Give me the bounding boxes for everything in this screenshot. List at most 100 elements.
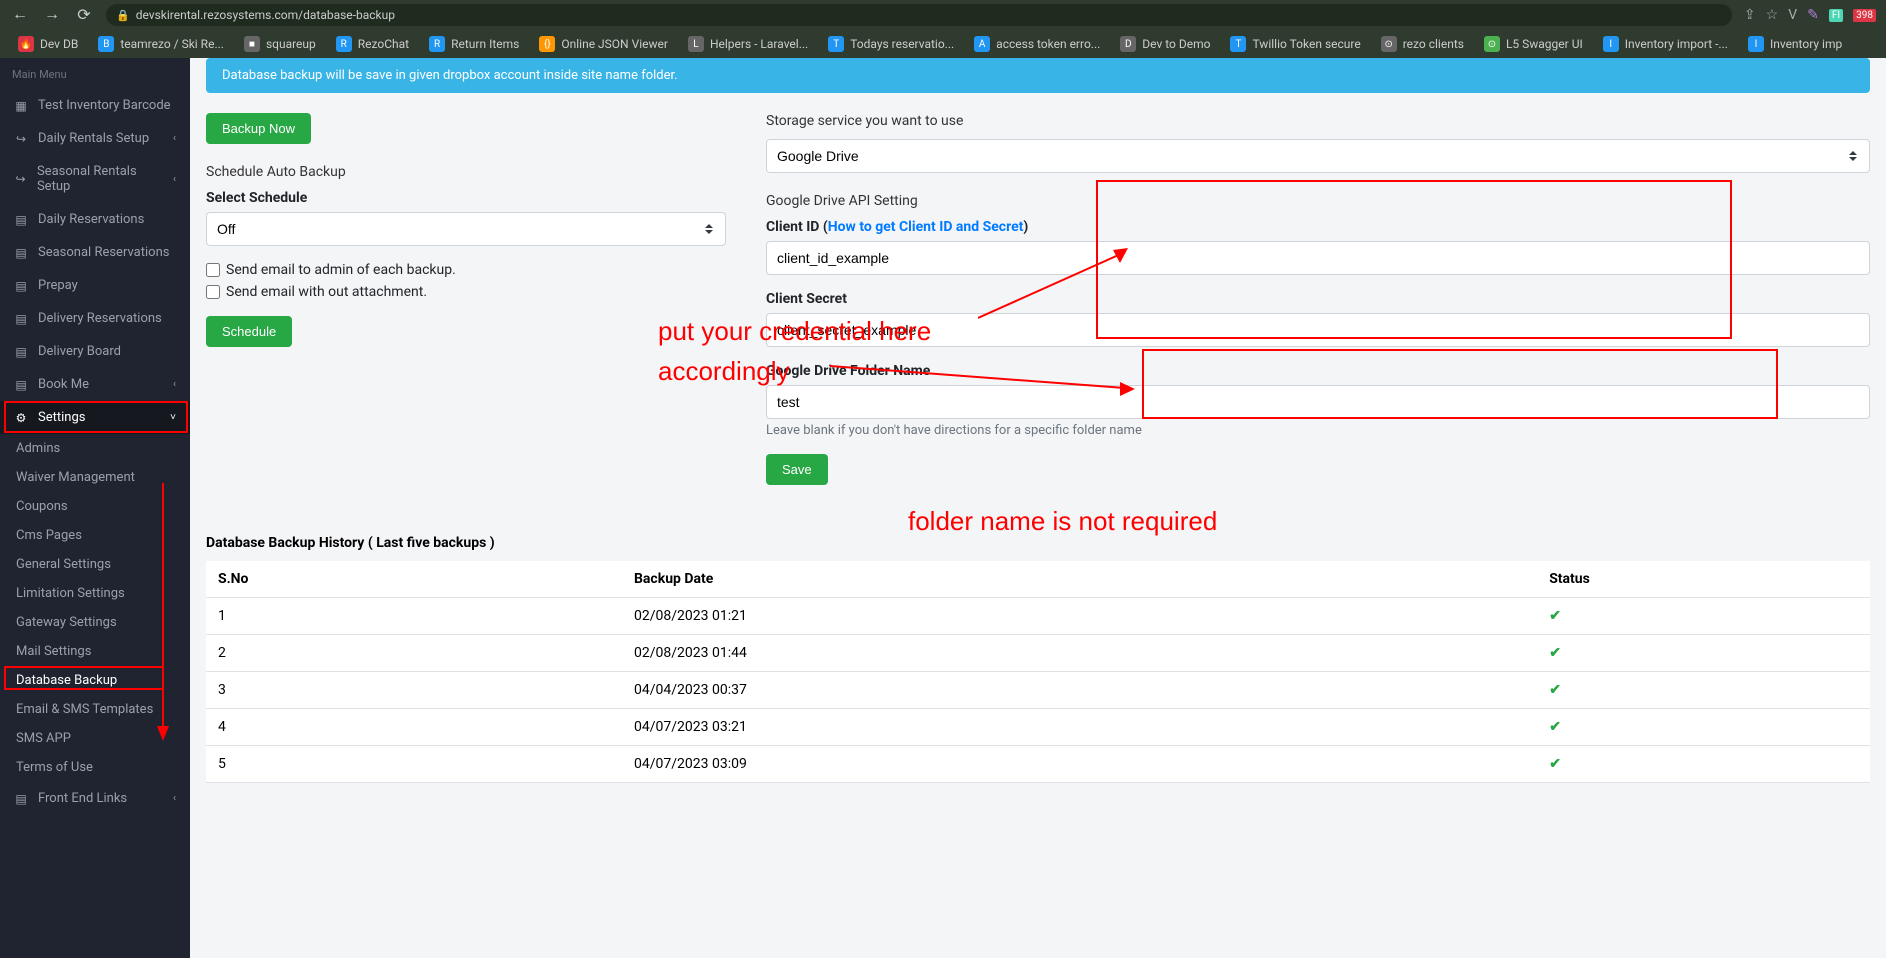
th-sno: S.No [206, 561, 622, 598]
schedule-select[interactable]: Off [206, 212, 726, 246]
bookmark-item[interactable]: RReturn Items [421, 34, 527, 54]
sidebar-item-book-me[interactable]: ▤Book Me‹ [0, 368, 190, 401]
lock-icon: 🔒 [116, 9, 130, 22]
bookmarks-bar: 🔥Dev DB Bteamrezo / Ski Re... ■squareup … [0, 30, 1886, 58]
bookmark-item[interactable]: RRezoChat [328, 34, 417, 54]
sidebar-sub-limitation[interactable]: Limitation Settings [0, 579, 190, 608]
star-icon[interactable]: ☆ [1766, 7, 1779, 23]
chrome-right-icons: ⇪ ☆ V ✎ FI 398 [1744, 7, 1876, 23]
bookmark-item[interactable]: Aaccess token erro... [966, 34, 1108, 54]
check-icon: ✔ [1549, 756, 1561, 772]
table-row: 404/07/2023 03:21✔ [206, 709, 1870, 746]
annotation-text-folder: folder name is not required [908, 506, 1217, 537]
save-button[interactable]: Save [766, 454, 828, 485]
folder-name-label: Google Drive Folder Name [766, 363, 1870, 379]
schedule-button[interactable]: Schedule [206, 316, 292, 347]
sidebar-item-delivery-reservations[interactable]: ▤Delivery Reservations [0, 302, 190, 335]
check-icon: ✔ [1549, 608, 1561, 624]
history-title: Database Backup History ( Last five back… [206, 535, 1870, 551]
client-id-help-link[interactable]: How to get Client ID and Secret [828, 219, 1024, 235]
sidebar-sub-admins[interactable]: Admins [0, 434, 190, 463]
bookmark-item[interactable]: ■squareup [236, 34, 324, 54]
bookmark-item[interactable]: ⊙rezo clients [1373, 34, 1472, 54]
bookmark-item[interactable]: DDev to Demo [1112, 34, 1218, 54]
sidebar-sub-waiver[interactable]: Waiver Management [0, 463, 190, 492]
book-icon: ▤ [14, 279, 28, 293]
main-content: Database backup will be save in given dr… [190, 58, 1886, 958]
bookmark-item[interactable]: ⊙L5 Swagger UI [1476, 34, 1591, 54]
folder-help-text: Leave blank if you don't have directions… [766, 423, 1870, 438]
schedule-section-title: Schedule Auto Backup [206, 164, 726, 180]
share-icon: ↪ [14, 132, 28, 146]
checkbox-email-admin[interactable]: Send email to admin of each backup. [206, 262, 726, 278]
sidebar-item-daily-rentals[interactable]: ↪Daily Rentals Setup‹ [0, 122, 190, 155]
sidebar-sub-coupons[interactable]: Coupons [0, 492, 190, 521]
book-icon: ▤ [14, 378, 28, 392]
browser-chrome: ← → ⟳ 🔒 devskirental.rezosystems.com/dat… [0, 0, 1886, 30]
forward-button[interactable]: → [42, 6, 62, 24]
bookmark-item[interactable]: IInventory imp [1740, 34, 1850, 54]
table-row: 102/08/2023 01:21✔ [206, 598, 1870, 635]
bookmark-item[interactable]: Bteamrezo / Ski Re... [90, 34, 232, 54]
sidebar-sub-general[interactable]: General Settings [0, 550, 190, 579]
checkbox-input[interactable] [206, 263, 220, 277]
check-icon: ✔ [1549, 645, 1561, 661]
sidebar-sub-gateway[interactable]: Gateway Settings [0, 608, 190, 637]
sidebar-item-seasonal-rentals[interactable]: ↪Seasonal Rentals Setup‹ [0, 155, 190, 203]
storage-label: Storage service you want to use [766, 113, 1870, 129]
url-bar[interactable]: 🔒 devskirental.rezosystems.com/database-… [106, 4, 1732, 26]
backup-now-button[interactable]: Backup Now [206, 113, 311, 144]
badge-icon[interactable]: 398 [1853, 9, 1876, 22]
sidebar-item-delivery-board[interactable]: ▤Delivery Board [0, 335, 190, 368]
bookmark-item[interactable]: TTwillio Token secure [1222, 34, 1368, 54]
url-text: devskirental.rezosystems.com/database-ba… [136, 8, 395, 22]
table-row: 304/04/2023 00:37✔ [206, 672, 1870, 709]
sidebar: Main Menu ▦Test Inventory Barcode ↪Daily… [0, 58, 190, 958]
sidebar-sub-database-backup[interactable]: Database Backup [0, 666, 190, 695]
sidebar-item-daily-reservations[interactable]: ▤Daily Reservations [0, 203, 190, 236]
checkbox-input[interactable] [206, 285, 220, 299]
bookmark-item[interactable]: LHelpers - Laravel... [680, 34, 816, 54]
client-secret-input[interactable] [766, 313, 1870, 347]
chevron-down-icon: ˅ [170, 412, 176, 423]
sidebar-item-settings[interactable]: ⚙Settings˅ [0, 401, 190, 434]
select-schedule-label: Select Schedule [206, 190, 726, 206]
client-id-input[interactable] [766, 241, 1870, 275]
back-button[interactable]: ← [10, 6, 30, 24]
book-icon: ▤ [14, 213, 28, 227]
v-icon[interactable]: V [1788, 7, 1797, 23]
sidebar-item-seasonal-reservations[interactable]: ▤Seasonal Reservations [0, 236, 190, 269]
sidebar-sub-email-sms-templates[interactable]: Email & SMS Templates [0, 695, 190, 724]
ext-icon[interactable]: ✎ [1807, 7, 1819, 23]
folder-name-input[interactable] [766, 385, 1870, 419]
chevron-left-icon: ‹ [173, 174, 176, 185]
reload-button[interactable]: ⟳ [74, 5, 94, 25]
th-date: Backup Date [622, 561, 1537, 598]
client-secret-label: Client Secret [766, 291, 1870, 307]
bookmark-item[interactable]: TTodays reservatio... [820, 34, 962, 54]
sidebar-sub-cms[interactable]: Cms Pages [0, 521, 190, 550]
checkbox-email-noattach[interactable]: Send email with out attachment. [206, 284, 726, 300]
barcode-icon: ▦ [14, 99, 28, 113]
bookmark-item[interactable]: 🔥Dev DB [10, 34, 86, 54]
sidebar-sub-mail[interactable]: Mail Settings [0, 637, 190, 666]
ext2-icon[interactable]: FI [1829, 9, 1843, 22]
chevron-left-icon: ‹ [173, 133, 176, 144]
cogs-icon: ⚙ [14, 411, 28, 425]
th-status: Status [1537, 561, 1870, 598]
sidebar-item-test-inventory[interactable]: ▦Test Inventory Barcode [0, 89, 190, 122]
book-icon: ▤ [14, 246, 28, 260]
share-icon[interactable]: ⇪ [1744, 7, 1756, 23]
sidebar-sub-sms-app[interactable]: SMS APP [0, 724, 190, 753]
bookmark-item[interactable]: IInventory import -... [1595, 34, 1736, 54]
book-icon: ▤ [14, 345, 28, 359]
sidebar-sub-terms[interactable]: Terms of Use [0, 753, 190, 782]
sidebar-item-front-end-links[interactable]: ▤Front End Links‹ [0, 782, 190, 815]
sidebar-section-label: Main Menu [0, 58, 190, 89]
check-icon: ✔ [1549, 682, 1561, 698]
storage-select[interactable]: Google Drive [766, 139, 1870, 173]
sidebar-item-prepay[interactable]: ▤Prepay [0, 269, 190, 302]
backup-history-table: S.No Backup Date Status 102/08/2023 01:2… [206, 561, 1870, 783]
share-icon: ↪ [14, 172, 27, 186]
bookmark-item[interactable]: {}Online JSON Viewer [531, 34, 676, 54]
